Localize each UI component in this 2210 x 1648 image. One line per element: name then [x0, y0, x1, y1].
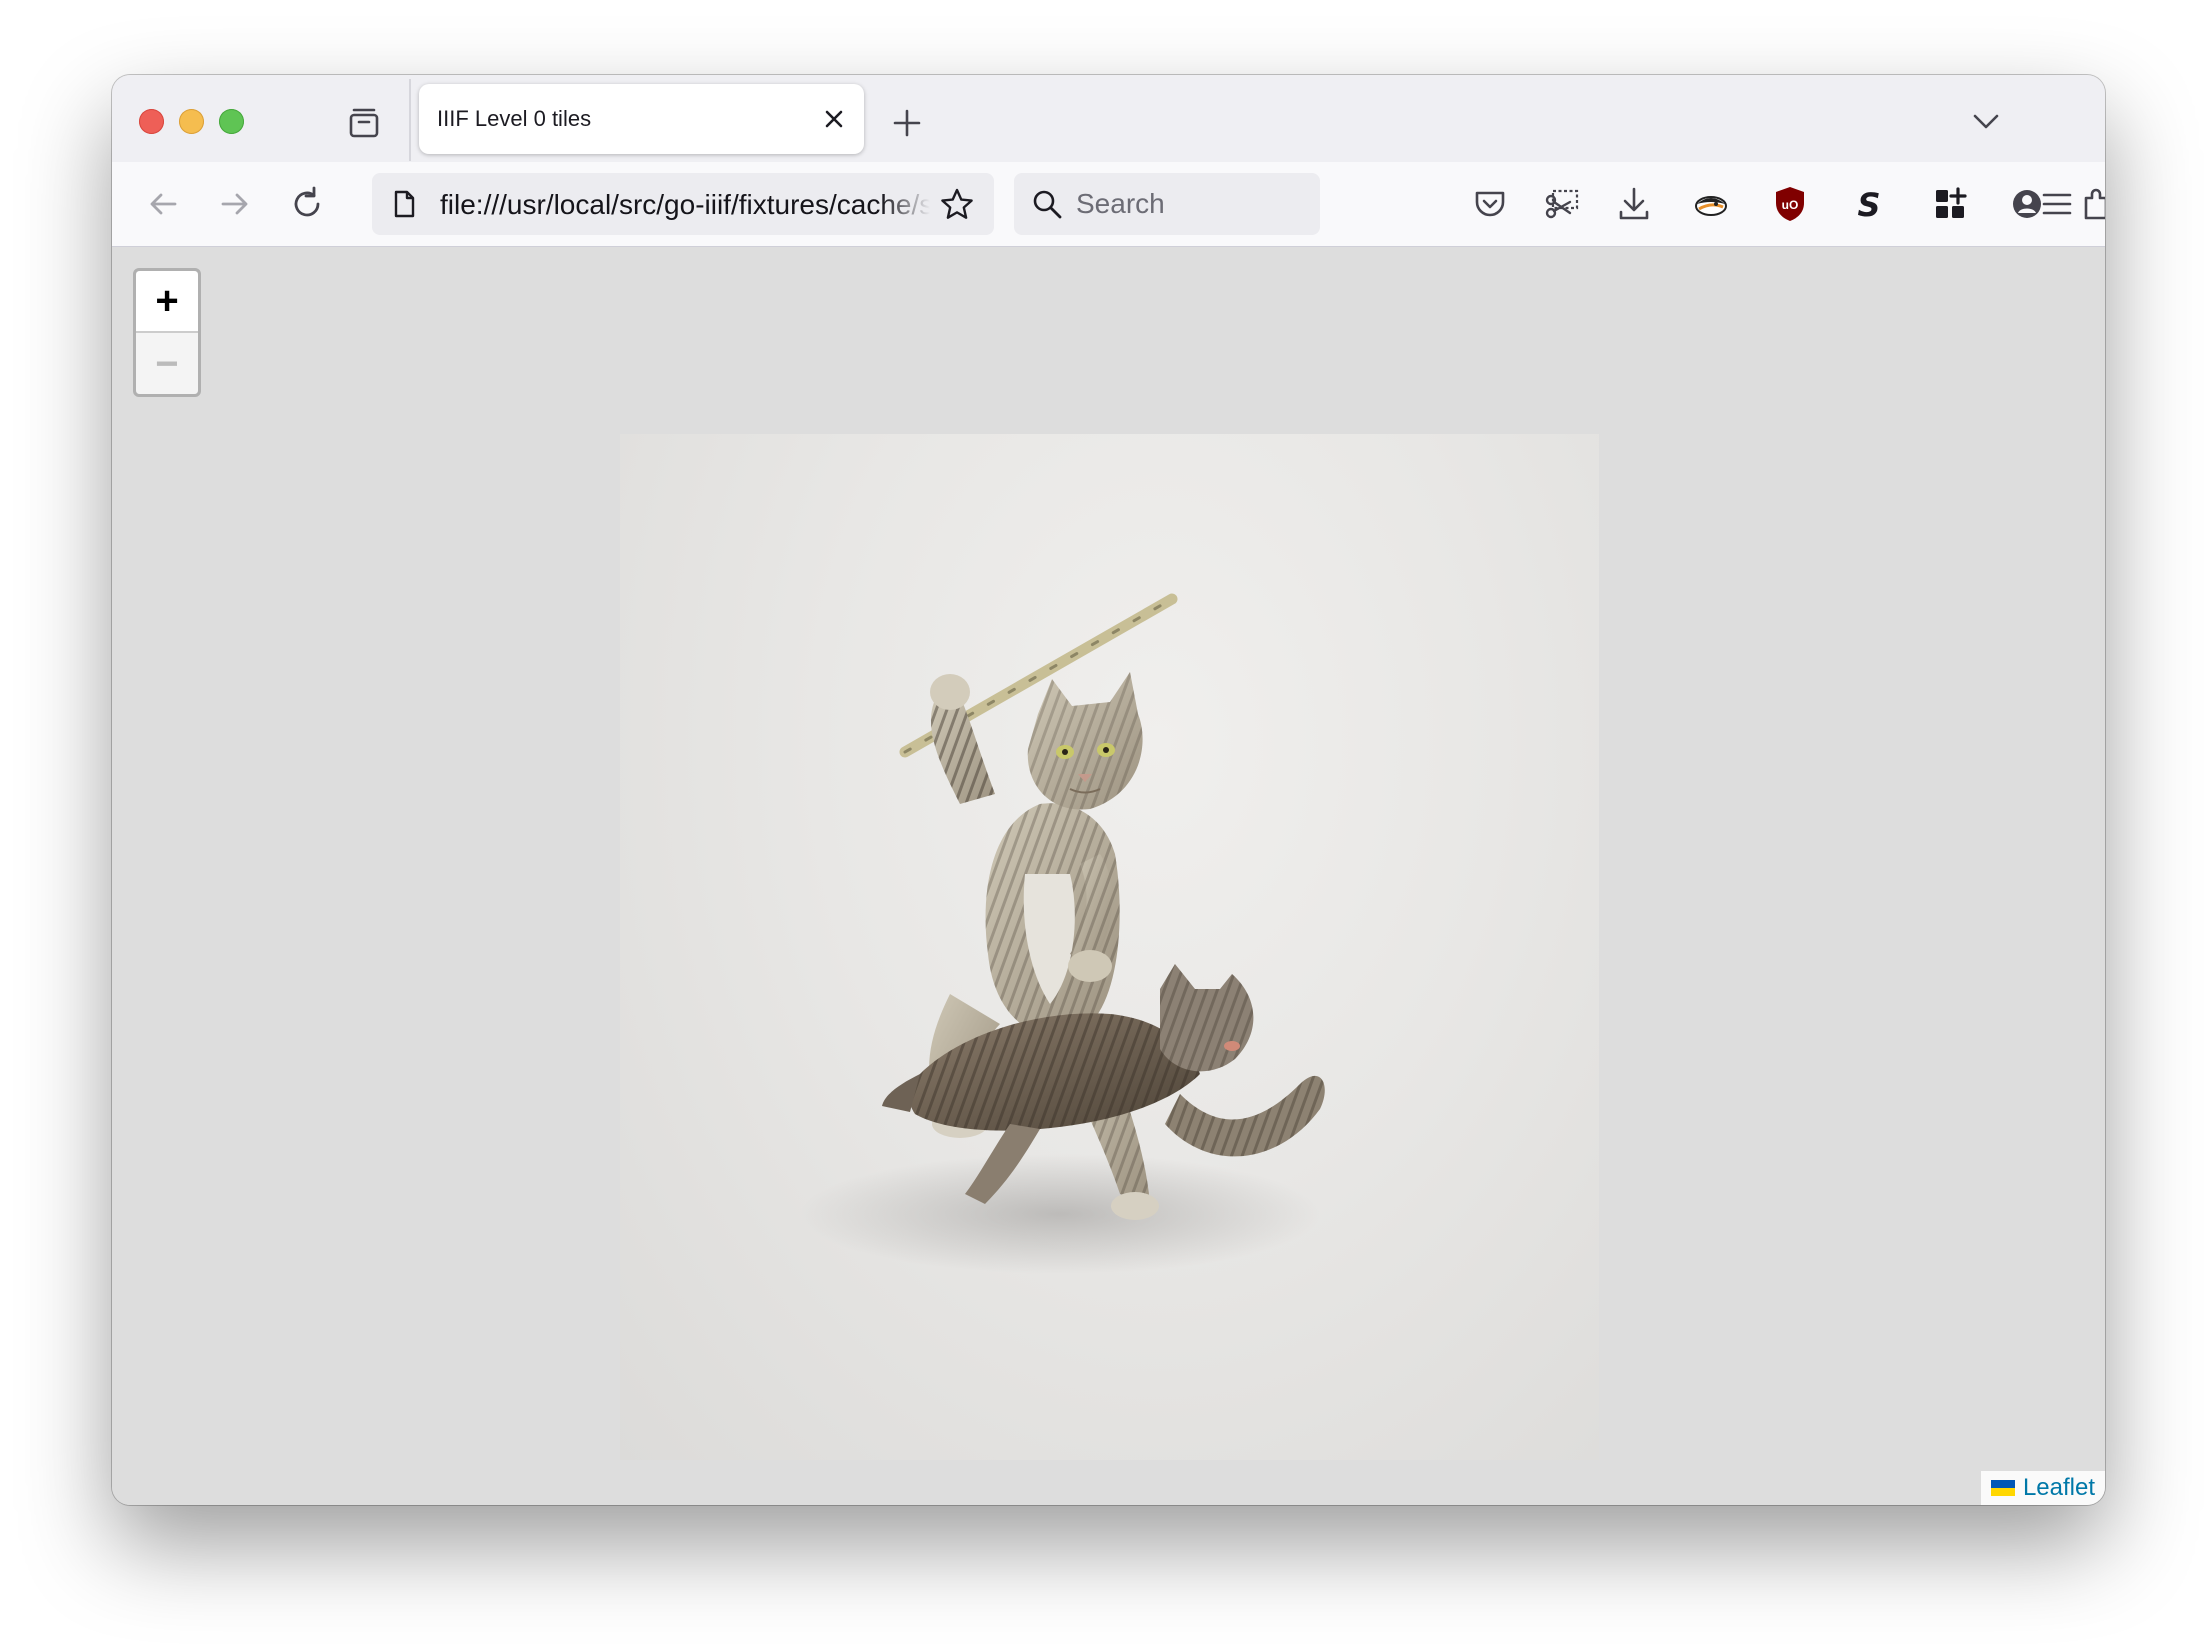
new-tab-icon[interactable]	[889, 105, 925, 141]
chevron-down-icon[interactable]	[1968, 103, 2004, 139]
tab-title: IIIF Level 0 tiles	[437, 106, 592, 131]
zoom-window-button[interactable]	[219, 109, 244, 134]
map-attribution: Leaflet	[1980, 1471, 2105, 1505]
zoom-control: + −	[133, 268, 201, 397]
search-input[interactable]	[1076, 185, 1306, 223]
search-icon	[1033, 190, 1062, 219]
tab-active[interactable]: IIIF Level 0 tiles	[419, 84, 864, 154]
cat-figurine-image	[800, 593, 1325, 1274]
ukraine-flag-icon	[1990, 1480, 2015, 1496]
tab-separator	[409, 79, 411, 161]
downloads-icon[interactable]	[1612, 182, 1656, 226]
iiif-image-tile[interactable]	[620, 434, 1599, 1460]
map-viewport[interactable]: + − Leaflet	[112, 247, 2105, 1505]
url-text[interactable]: file:///usr/local/src/go-iiif/fixtures/c…	[440, 189, 930, 221]
bookmark-star-icon[interactable]	[938, 186, 976, 224]
close-window-button[interactable]	[139, 109, 164, 134]
tab-manager-icon[interactable]	[344, 103, 384, 143]
privacy-badger-icon[interactable]	[1689, 182, 1733, 226]
add-widget-icon[interactable]	[1928, 182, 1972, 226]
page-icon	[394, 190, 415, 218]
leaflet-link[interactable]: Leaflet	[2023, 1474, 2095, 1502]
ublock-origin-icon[interactable]: uO	[1768, 182, 1812, 226]
pocket-icon[interactable]	[1468, 182, 1512, 226]
screenshot-icon[interactable]	[1540, 182, 1584, 226]
navigation-toolbar: file:///usr/local/src/go-iiif/fixtures/c…	[112, 162, 2105, 247]
reload-icon[interactable]	[286, 183, 328, 225]
zoom-in-button[interactable]: +	[136, 271, 198, 333]
svg-text:S: S	[1857, 186, 1880, 224]
tab-strip: IIIF Level 0 tiles	[112, 75, 2105, 162]
svg-text:uO: uO	[1782, 198, 1799, 212]
minimize-window-button[interactable]	[179, 109, 204, 134]
search-bar[interactable]	[1014, 173, 1320, 235]
browser-window: IIIF Level 0 tiles file:///usr/local/src…	[112, 75, 2105, 1505]
forward-arrow-icon[interactable]	[214, 183, 256, 225]
back-arrow-icon[interactable]	[142, 183, 184, 225]
zoom-out-button[interactable]: −	[136, 333, 198, 394]
close-icon[interactable]	[817, 102, 851, 136]
s-extension-icon[interactable]: S	[1847, 182, 1891, 226]
menu-icon[interactable]	[2035, 182, 2079, 226]
desktop: IIIF Level 0 tiles file:///usr/local/src…	[0, 0, 2210, 1648]
url-bar[interactable]: file:///usr/local/src/go-iiif/fixtures/c…	[372, 173, 994, 235]
